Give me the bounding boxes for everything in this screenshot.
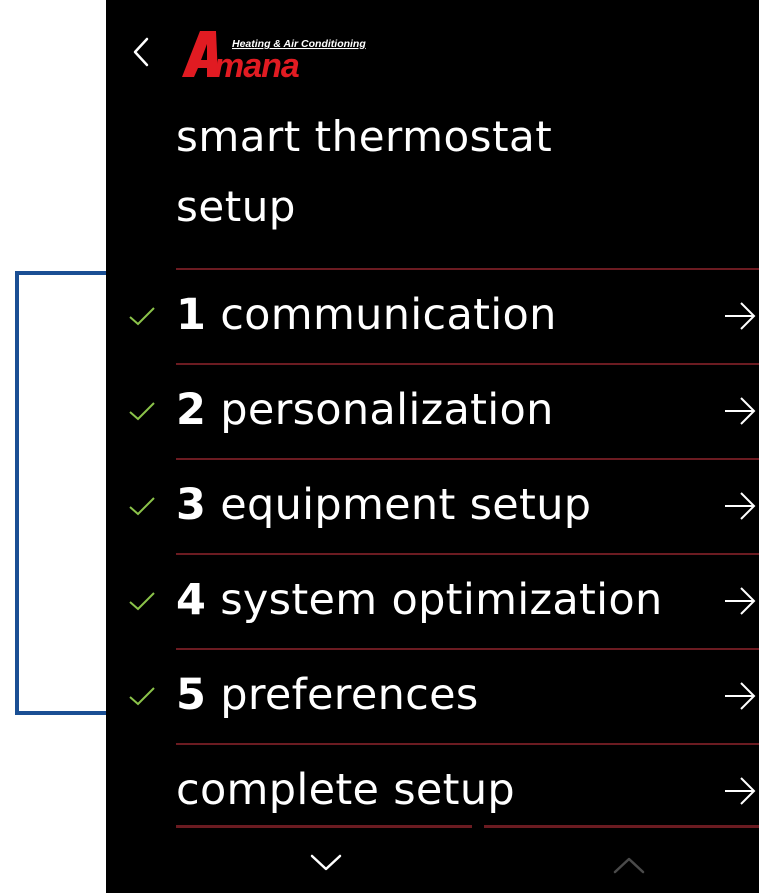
divider [484, 825, 759, 828]
arrow-right-icon [725, 492, 756, 520]
step-label: 3 equipment setup [176, 480, 592, 530]
step-label: 5 preferences [176, 670, 479, 720]
divider [176, 825, 472, 828]
chevron-left-icon [133, 37, 149, 67]
step-system-optimization[interactable]: 4 system optimization [106, 553, 759, 648]
amana-logo: Heating & Air Conditioning mana [182, 31, 366, 81]
step-label: 2 personalization [176, 385, 554, 435]
step-personalization[interactable]: 2 personalization [106, 363, 759, 458]
step-equipment-setup[interactable]: 3 equipment setup [106, 458, 759, 553]
thermostat-screen: Heating & Air Conditioning mana smart th… [106, 0, 759, 893]
check-icon [129, 687, 155, 706]
arrow-right-icon [725, 777, 756, 805]
svg-text:mana: mana [214, 47, 299, 81]
arrow-right-icon [725, 302, 756, 330]
step-label: 4 system optimization [176, 575, 663, 625]
setup-steps-list: 1 communication 2 personalization 3 equipme… [106, 268, 759, 838]
title-line-2: setup [176, 182, 296, 231]
step-label: complete setup [176, 765, 515, 815]
check-icon [129, 592, 155, 611]
chevron-down-icon [310, 854, 342, 871]
scroll-down-button[interactable] [306, 846, 346, 880]
step-label: 1 communication [176, 290, 557, 340]
check-icon [129, 402, 155, 421]
page-title: smart thermostat setup [176, 102, 596, 242]
arrow-right-icon [725, 397, 756, 425]
arrow-right-icon [725, 587, 756, 615]
title-line-1: smart thermostat [176, 112, 553, 161]
step-preferences[interactable]: 5 preferences [106, 648, 759, 743]
completed-steps-bracket [15, 271, 115, 715]
check-icon [129, 307, 155, 326]
check-icon [129, 497, 155, 516]
arrow-right-icon [725, 682, 756, 710]
scroll-position-bar [106, 825, 759, 829]
back-button[interactable] [126, 35, 156, 69]
scroll-up-button[interactable] [609, 846, 649, 880]
chevron-up-icon [613, 857, 645, 874]
step-communication[interactable]: 1 communication [106, 268, 759, 363]
step-complete-setup[interactable]: complete setup [106, 743, 759, 838]
